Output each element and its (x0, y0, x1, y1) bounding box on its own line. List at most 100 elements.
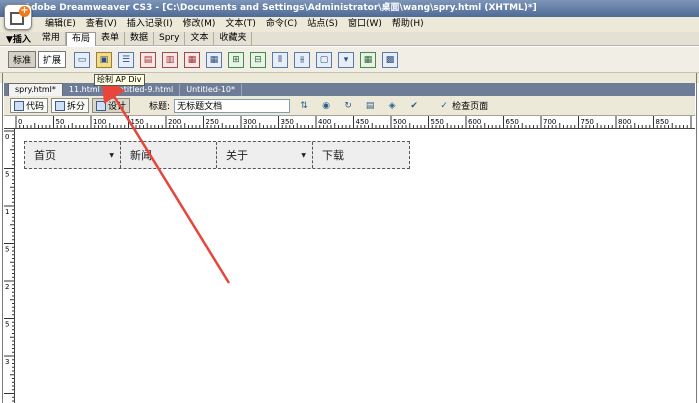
layout-toolbar: 标准 扩展 ▭ ▣ ☰ ▤ ▥ ▦ ▦ ⊞ ⊟ ⫴ ⫵ ▢ ▾ ▦ ▩ (0, 47, 699, 73)
design-icon (96, 100, 107, 111)
window-border-left (2, 73, 3, 403)
ruler-label: 800 (618, 118, 631, 126)
standard-mode-button[interactable]: 标准 (8, 51, 37, 68)
ruler-label: 5 (5, 171, 9, 179)
spry-menu-item-label: 首页 (34, 149, 56, 162)
window-title: Adobe Dreamweaver CS3 - [C:\Documents an… (0, 0, 699, 17)
window-border-right (696, 73, 697, 403)
spry-menu-item-label: 关于 (226, 149, 248, 162)
ruler-label: 100 (93, 118, 106, 126)
tab-common[interactable]: 常用 (37, 32, 66, 45)
insert-row-above-icon[interactable]: ⊞ (228, 51, 245, 68)
layout-cell-icon[interactable]: ▩ (382, 51, 399, 68)
horizontal-ruler: 0 50 100 150 200 250 300 350 400 450 500 550 600 650 7… (4, 116, 695, 129)
vertical-ruler-ticks: 0 5 1 5 2 5 3 (4, 130, 14, 402)
plus-icon: + (19, 5, 30, 17)
menu-text[interactable]: 文本(T) (220, 17, 261, 32)
tab-data[interactable]: 数据 (125, 32, 154, 45)
expanded-mode-button[interactable]: 扩展 (38, 51, 67, 68)
menu-insert[interactable]: 插入记录(I) (122, 17, 178, 32)
ruler-label: 2 (5, 283, 9, 291)
table-icon[interactable]: ▦ (206, 51, 223, 68)
insert-bar-toggle[interactable]: ▼插入 (6, 32, 31, 45)
design-view-button[interactable]: 设计 (92, 98, 131, 113)
horizontal-ruler-ticks: 0 50 100 150 200 250 300 350 400 450 500 550 600 650 7… (15, 116, 692, 128)
tooltip: 绘制 AP Div (94, 74, 145, 86)
code-view-button[interactable]: 代码 (10, 98, 49, 113)
insert-row-below-icon[interactable]: ⊟ (250, 51, 267, 68)
ruler-label: 750 (581, 118, 594, 126)
split-view-button[interactable]: 拆分 (51, 98, 90, 113)
ruler-label: 450 (356, 118, 369, 126)
ruler-label: 600 (468, 118, 481, 126)
ruler-label: 150 (131, 118, 144, 126)
doc-tab-spry[interactable]: spry.html* (8, 83, 63, 96)
tab-spry[interactable]: Spry (154, 32, 186, 45)
ruler-label: 1 (5, 208, 9, 216)
menu-help[interactable]: 帮助(H) (387, 17, 429, 32)
code-icon (14, 100, 24, 111)
split-icon (55, 100, 66, 111)
submenu-arrow-icon: ▼ (109, 151, 114, 159)
file-management-icon[interactable]: ⇅ (296, 99, 312, 113)
check-page-button[interactable]: ✓ 检查页面 (430, 99, 488, 113)
ruler-label: 50 (56, 118, 65, 126)
spry-accordion-icon[interactable]: ▥ (162, 51, 179, 68)
view-options-icon[interactable]: ▤ (362, 99, 378, 113)
menu-edit[interactable]: 编辑(E) (40, 17, 81, 32)
validate-markup-icon[interactable]: ✔ (406, 99, 422, 113)
visual-aids-icon[interactable]: ◈ (384, 99, 400, 113)
insert-column-left-icon[interactable]: ⫴ (272, 51, 289, 68)
refresh-icon[interactable]: ↻ (340, 99, 356, 113)
vertical-ruler: 0 5 1 5 2 5 3 (4, 129, 15, 403)
ruler-label: 0 (5, 133, 9, 141)
doc-tab-untitled-10[interactable]: Untitled-10* (180, 84, 242, 96)
spry-menu-item-label: 下载 (322, 149, 344, 162)
menu-commands[interactable]: 命令(C) (261, 17, 302, 32)
ruler-label: 5 (5, 321, 9, 329)
ruler-label: 200 (168, 118, 181, 126)
ruler-label: 550 (431, 118, 444, 126)
spry-menu-bar[interactable]: 首页 ▼ 新闻 关于 ▼ 下载 (24, 141, 410, 169)
ruler-label: 5 (5, 246, 9, 254)
split-view-label: 拆分 (67, 102, 86, 112)
layout-table-icon[interactable]: ▦ (360, 51, 377, 68)
frames-dropdown-icon[interactable]: ▾ (338, 51, 355, 68)
ruler-label: 500 (393, 118, 406, 126)
ruler-label: 0 (18, 118, 22, 126)
spry-menu-item-about[interactable]: 关于 ▼ (217, 142, 313, 168)
draw-ap-div-icon[interactable]: ▣ (96, 51, 113, 68)
spry-menu-item-news[interactable]: 新闻 (121, 142, 217, 168)
spry-menu-item-download[interactable]: 下载 (313, 142, 409, 168)
insert-bar: ▼插入 常用 布局 表单 数据 Spry 文本 收藏夹 (0, 31, 699, 46)
submenu-arrow-icon: ▼ (301, 151, 306, 159)
spry-tabbed-panels-icon[interactable]: ▤ (140, 51, 157, 68)
tab-layout[interactable]: 布局 (65, 31, 96, 46)
spry-collapsible-panel-icon[interactable]: ▦ (184, 51, 201, 68)
menu-site[interactable]: 站点(S) (302, 17, 343, 32)
insert-div-icon[interactable]: ▭ (74, 51, 91, 68)
design-view-label: 设计 (108, 102, 127, 112)
ruler-label: 300 (243, 118, 256, 126)
tab-forms[interactable]: 表单 (96, 32, 125, 45)
menu-modify[interactable]: 修改(M) (178, 17, 221, 32)
check-page-icon: ✓ (440, 100, 448, 111)
ruler-label: 650 (506, 118, 519, 126)
ruler-label: 3 (5, 358, 9, 366)
ruler-label: 350 (281, 118, 294, 126)
ruler-label: 700 (543, 118, 556, 126)
document-toolbar: 代码 拆分 设计 标题: ⇅ ◉ ↻ ▤ ◈ ✔ ✓ 检查页面 (4, 96, 695, 116)
menu-view[interactable]: 查看(V) (81, 17, 122, 32)
iframe-icon[interactable]: ▢ (316, 51, 333, 68)
spry-menubar-icon[interactable]: ☰ (118, 51, 135, 68)
tab-favorites[interactable]: 收藏夹 (214, 32, 253, 45)
menu-window[interactable]: 窗口(W) (343, 17, 387, 32)
add-icon-overlay: + (4, 4, 32, 30)
insert-column-right-icon[interactable]: ⫵ (294, 51, 311, 68)
design-canvas[interactable] (16, 129, 695, 403)
spry-menu-item-label: 新闻 (130, 149, 152, 162)
page-title-input[interactable] (174, 98, 291, 113)
tab-text[interactable]: 文本 (185, 32, 215, 45)
preview-browser-icon[interactable]: ◉ (318, 99, 334, 113)
spry-menu-item-home[interactable]: 首页 ▼ (25, 142, 121, 168)
